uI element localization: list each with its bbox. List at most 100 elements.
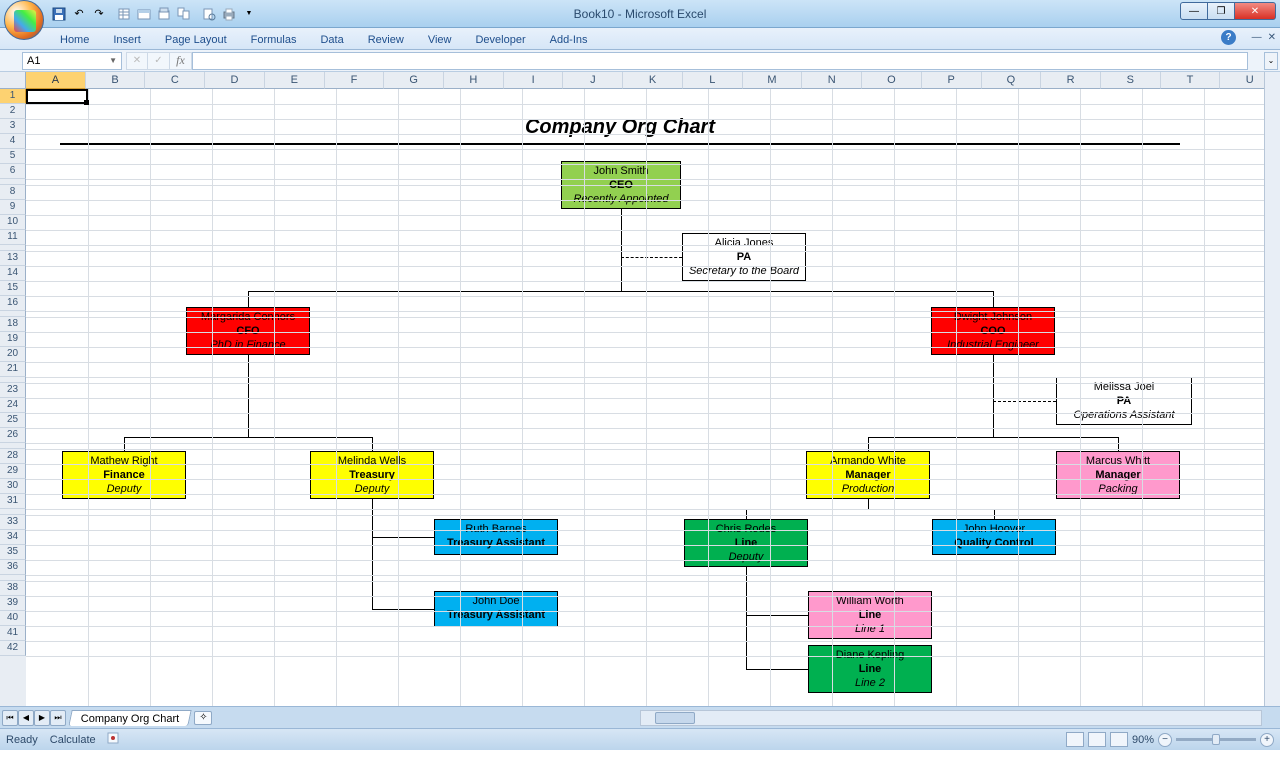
row-header-6[interactable]: 6: [0, 164, 26, 179]
redo-icon[interactable]: ↷: [90, 5, 108, 23]
row-header-14[interactable]: 14: [0, 266, 26, 281]
org-node-fin[interactable]: Mathew RightFinanceDeputy: [62, 451, 186, 499]
name-box[interactable]: A1 ▼: [22, 52, 122, 70]
tab-data[interactable]: Data: [308, 31, 355, 49]
view-layout-icon[interactable]: [1088, 732, 1106, 747]
tab-formulas[interactable]: Formulas: [239, 31, 309, 49]
undo-icon[interactable]: ↶: [70, 5, 88, 23]
col-header-B[interactable]: B: [86, 72, 146, 89]
col-header-F[interactable]: F: [325, 72, 385, 89]
tab-view[interactable]: View: [416, 31, 464, 49]
row-header-5[interactable]: 5: [0, 149, 26, 164]
row-header-30[interactable]: 30: [0, 479, 26, 494]
row-header-26[interactable]: 26: [0, 428, 26, 443]
col-header-R[interactable]: R: [1041, 72, 1101, 89]
row-header-21[interactable]: 21: [0, 362, 26, 377]
help-icon[interactable]: ?: [1221, 30, 1236, 45]
zoom-level[interactable]: 90%: [1132, 734, 1154, 746]
row-header-3[interactable]: 3: [0, 119, 26, 134]
macro-record-icon[interactable]: [106, 731, 120, 748]
row-header-33[interactable]: 33: [0, 515, 26, 530]
qat-dropdown-icon[interactable]: ▼: [240, 5, 258, 23]
qat-icon-4[interactable]: [175, 5, 193, 23]
minimize-button[interactable]: —: [1180, 2, 1208, 20]
col-header-G[interactable]: G: [384, 72, 444, 89]
row-header-1[interactable]: 1: [0, 89, 26, 104]
row-header-42[interactable]: 42: [0, 641, 26, 656]
col-header-P[interactable]: P: [922, 72, 982, 89]
worksheet-grid[interactable]: ABCDEFGHIJKLMNOPQRSTU 123456891011131415…: [0, 72, 1280, 706]
org-node-trs[interactable]: Melinda WellsTreasuryDeputy: [310, 451, 434, 499]
row-header-10[interactable]: 10: [0, 215, 26, 230]
col-header-A[interactable]: A: [26, 72, 86, 89]
sheet-nav-first-icon[interactable]: ⏮: [2, 710, 18, 726]
col-header-L[interactable]: L: [683, 72, 743, 89]
col-header-H[interactable]: H: [444, 72, 504, 89]
col-header-O[interactable]: O: [862, 72, 922, 89]
fx-cancel-icon[interactable]: ✕: [126, 52, 148, 70]
org-node-qc[interactable]: John HooverQuality Control: [932, 519, 1056, 555]
view-normal-icon[interactable]: [1066, 732, 1084, 747]
formula-input[interactable]: [192, 52, 1248, 70]
row-header-15[interactable]: 15: [0, 281, 26, 296]
org-node-dk[interactable]: Diane KeplingLineLine 2: [808, 645, 932, 693]
org-node-mgrk[interactable]: Marcus WhittManagerPacking: [1056, 451, 1180, 499]
zoom-in-button[interactable]: +: [1260, 733, 1274, 747]
cells-area[interactable]: Company Org Chart John SmithCEORecently …: [26, 89, 1280, 706]
qat-icon-2[interactable]: [135, 5, 153, 23]
workbook-close-icon[interactable]: ✕: [1268, 32, 1276, 43]
col-header-C[interactable]: C: [145, 72, 205, 89]
col-header-T[interactable]: T: [1161, 72, 1221, 89]
row-header-25[interactable]: 25: [0, 413, 26, 428]
row-header-35[interactable]: 35: [0, 545, 26, 560]
row-header-9[interactable]: 9: [0, 200, 26, 215]
view-pagebreak-icon[interactable]: [1110, 732, 1128, 747]
row-header-23[interactable]: 23: [0, 383, 26, 398]
tab-developer[interactable]: Developer: [463, 31, 537, 49]
sheet-nav-last-icon[interactable]: ⏭: [50, 710, 66, 726]
row-header-4[interactable]: 4: [0, 134, 26, 149]
fx-accept-icon[interactable]: ✓: [148, 52, 170, 70]
tab-home[interactable]: Home: [48, 31, 101, 49]
zoom-out-button[interactable]: −: [1158, 733, 1172, 747]
sheet-nav-next-icon[interactable]: ▶: [34, 710, 50, 726]
col-header-D[interactable]: D: [205, 72, 265, 89]
tab-addins[interactable]: Add-Ins: [538, 31, 600, 49]
org-node-ww[interactable]: William WorthLineLine 1: [808, 591, 932, 639]
org-node-pa2[interactable]: Melissa JoelPAOperations Assistant: [1056, 377, 1192, 425]
row-header-8[interactable]: 8: [0, 185, 26, 200]
row-header-13[interactable]: 13: [0, 251, 26, 266]
print-preview-icon[interactable]: [200, 5, 218, 23]
name-box-dropdown-icon[interactable]: ▼: [109, 56, 117, 65]
col-header-K[interactable]: K: [623, 72, 683, 89]
row-header-2[interactable]: 2: [0, 104, 26, 119]
row-header-36[interactable]: 36: [0, 560, 26, 575]
formula-expand-icon[interactable]: ⌄: [1264, 52, 1278, 70]
col-header-M[interactable]: M: [743, 72, 803, 89]
row-header-16[interactable]: 16: [0, 296, 26, 311]
tab-insert[interactable]: Insert: [101, 31, 153, 49]
row-header-34[interactable]: 34: [0, 530, 26, 545]
new-sheet-button[interactable]: ✧: [194, 711, 212, 725]
row-header-40[interactable]: 40: [0, 611, 26, 626]
active-cell[interactable]: [26, 89, 88, 104]
column-headers[interactable]: ABCDEFGHIJKLMNOPQRSTU: [26, 72, 1280, 89]
row-header-11[interactable]: 11: [0, 230, 26, 245]
row-header-31[interactable]: 31: [0, 494, 26, 509]
col-header-N[interactable]: N: [802, 72, 862, 89]
ribbon-minimize-icon[interactable]: —: [1252, 32, 1262, 43]
col-header-E[interactable]: E: [265, 72, 325, 89]
fx-icon[interactable]: fx: [170, 52, 192, 70]
row-header-29[interactable]: 29: [0, 464, 26, 479]
col-header-I[interactable]: I: [504, 72, 564, 89]
org-node-pa1[interactable]: Alicia JonesPASecretary to the Board: [682, 233, 806, 281]
org-node-mgrp[interactable]: Armando WhiteManagerProduction: [806, 451, 930, 499]
row-header-19[interactable]: 19: [0, 332, 26, 347]
tab-page-layout[interactable]: Page Layout: [153, 31, 239, 49]
select-all-corner[interactable]: [0, 72, 26, 89]
office-button[interactable]: [4, 0, 44, 40]
close-button[interactable]: ✕: [1234, 2, 1276, 20]
row-header-41[interactable]: 41: [0, 626, 26, 641]
row-header-24[interactable]: 24: [0, 398, 26, 413]
org-node-ta1[interactable]: Ruth BarnesTreasury Assistant: [434, 519, 558, 555]
